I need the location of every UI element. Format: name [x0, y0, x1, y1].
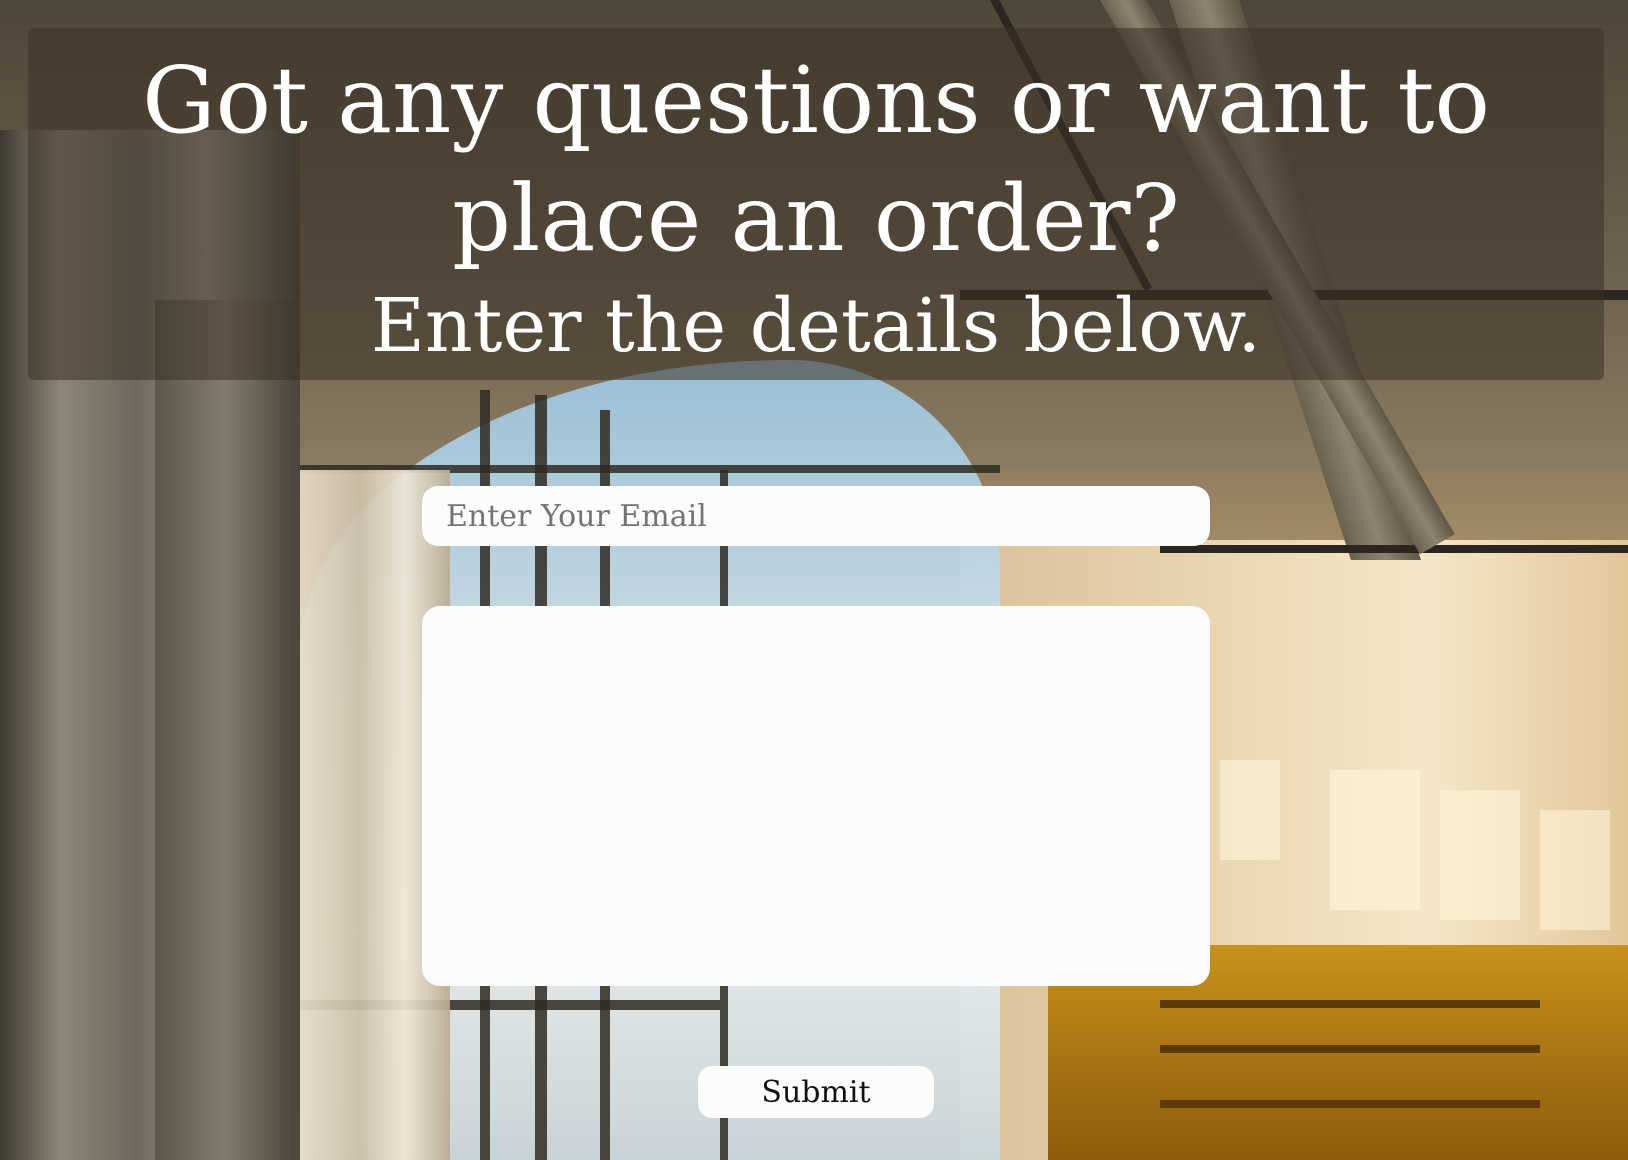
submit-button[interactable]: Submit — [698, 1066, 934, 1118]
page-subtitle: Enter the details below. — [370, 283, 1262, 369]
message-textarea[interactable] — [422, 606, 1210, 986]
page: Got any questions or want to place an or… — [0, 0, 1628, 1160]
email-field[interactable] — [422, 486, 1210, 546]
page-title: Got any questions or want to place an or… — [142, 47, 1490, 272]
header-banner: Got any questions or want to place an or… — [28, 28, 1604, 380]
